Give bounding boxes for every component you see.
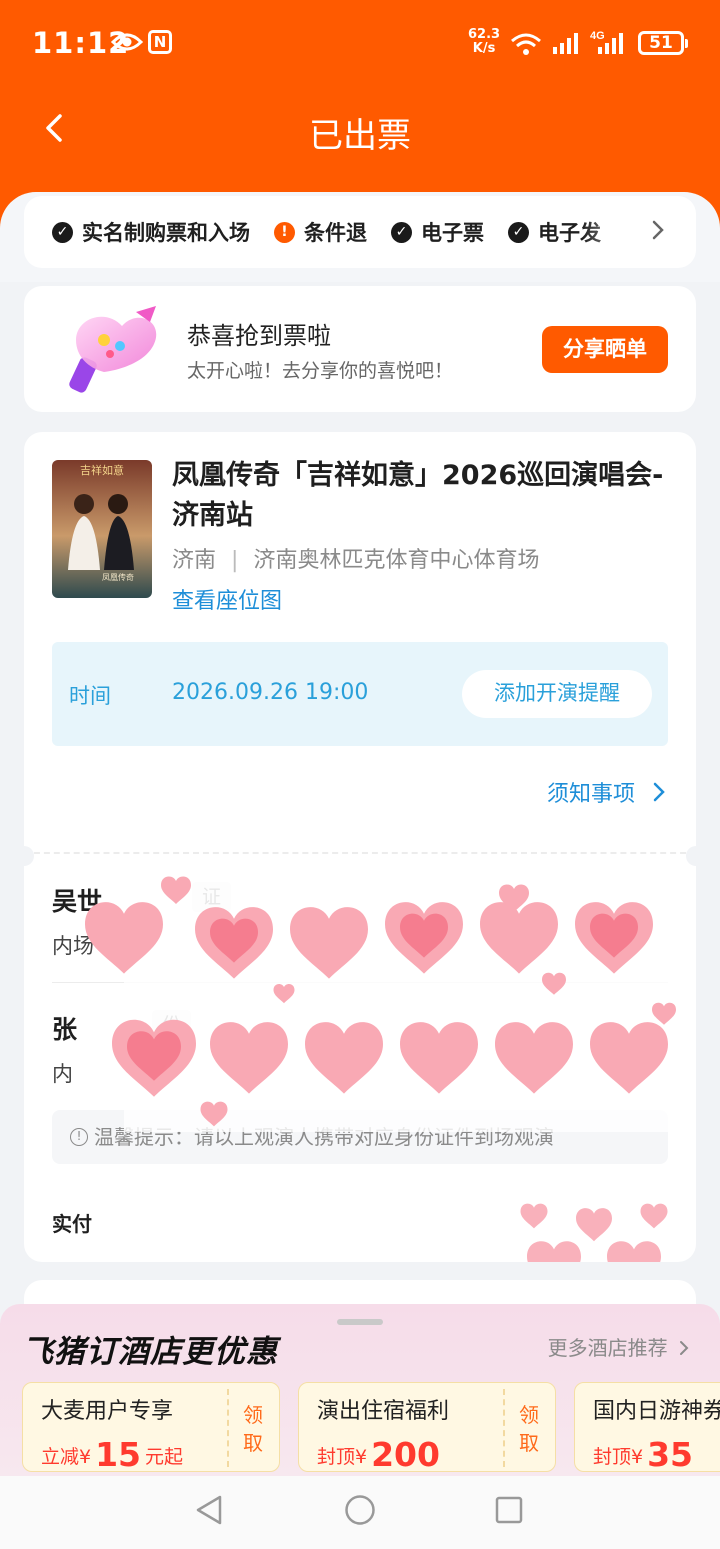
attendee-zone: 内场 xyxy=(52,934,94,958)
show-time-box: 时间 2026.09.26 19:00 添加开演提醒 xyxy=(52,642,668,746)
coupon-title: 演出住宿福利 xyxy=(317,1399,450,1424)
ticket-divider xyxy=(24,852,696,854)
seat-map-link[interactable]: 查看座位图 xyxy=(172,583,282,615)
chevron-right-icon xyxy=(680,1341,689,1355)
info-icon: ! xyxy=(70,1128,88,1146)
check-circle-icon: ✓ xyxy=(52,221,73,243)
share-button[interactable]: 分享晒单 xyxy=(542,326,668,373)
attendee-name: 吴世 xyxy=(52,887,103,916)
recents-square-icon[interactable] xyxy=(494,1494,524,1530)
congrats-subtitle: 太开心啦！去分享你的喜悦吧！ xyxy=(187,360,454,382)
chevron-right-icon[interactable] xyxy=(650,218,666,246)
hotel-promo-title: 飞猪订酒店更优惠 xyxy=(22,1334,278,1370)
attendee-row: 张 份证 内 xyxy=(52,1010,192,1086)
coupon-title: 大麦用户专享 xyxy=(41,1399,174,1424)
battery-indicator: 51 xyxy=(638,31,688,55)
attendee-row: 吴世 证 内场 xyxy=(52,882,232,958)
coupon-card[interactable]: 国内日游神券 封顶¥35 领取 xyxy=(574,1382,720,1472)
svg-text:凤凰传奇: 凤凰传奇 xyxy=(102,572,134,582)
reminder-tip: ! 温馨提示：请以上观演人携带对应身份证件到场观演 xyxy=(52,1110,668,1164)
signal-icon xyxy=(552,32,582,58)
ticket-notch xyxy=(14,846,34,866)
check-circle-icon: ✓ xyxy=(391,221,412,243)
coupon-value: 立减¥ 15 元起 xyxy=(41,1435,184,1472)
page-title: 已出票 xyxy=(309,116,411,156)
more-hotels-link[interactable]: 更多酒店推荐 xyxy=(548,1332,690,1361)
net-speed: 62.3 K/s xyxy=(468,27,501,56)
system-nav-bar xyxy=(0,1476,720,1549)
chevron-right-icon xyxy=(652,781,666,809)
ticket-card: 吉祥如意 凤凰传奇 凤凰传奇「吉祥如意」2026巡回演唱会-济南站 济南 | 济… xyxy=(24,432,696,1262)
tag-real-name: ✓ 实名制购票和入场 xyxy=(52,217,250,247)
nfc-icon: N xyxy=(148,30,172,54)
drag-handle[interactable] xyxy=(337,1319,383,1325)
show-title: 凤凰传奇「吉祥如意」2026巡回演唱会-济南站 xyxy=(172,460,664,531)
tag-fade xyxy=(582,196,652,268)
service-tags-section: ✓ 实名制购票和入场 ! 条件退 ✓ 电子票 ✓ 电子发 xyxy=(0,192,720,282)
claim-coupon-button[interactable]: 领取 xyxy=(516,1401,542,1457)
show-venue: 济南 | 济南奥林匹克体育中心体育场 xyxy=(172,548,540,573)
ticket-notch xyxy=(686,846,706,866)
coupon-value: 封顶¥ 35 xyxy=(593,1435,694,1472)
tag-conditional-refund: ! 条件退 xyxy=(274,217,367,247)
coupon-value: 封顶¥ 200 xyxy=(317,1435,440,1472)
check-circle-icon: ✓ xyxy=(508,221,529,243)
eye-icon xyxy=(110,32,144,56)
home-circle-icon[interactable] xyxy=(344,1494,376,1530)
heart-mask-icon xyxy=(85,876,696,1132)
attendee-name: 张 xyxy=(52,1015,78,1044)
time-value: 2026.09.26 19:00 xyxy=(172,680,369,705)
warning-circle-icon: ! xyxy=(274,221,295,243)
attendee-separator xyxy=(52,982,668,983)
heart-mask-icon xyxy=(520,1203,668,1262)
claim-coupon-button[interactable]: 领取 xyxy=(240,1401,266,1457)
svg-text:4G: 4G xyxy=(590,30,605,42)
wifi-icon xyxy=(510,32,542,60)
light-stick-icon xyxy=(64,300,164,400)
payment-label: 实付 xyxy=(52,1212,92,1236)
tag-e-ticket: ✓ 电子票 xyxy=(391,217,484,247)
status-bar: 11:12 N 62.3 K/s 4G 51 xyxy=(0,0,720,86)
notice-link[interactable]: 须知事项 xyxy=(547,776,666,809)
hotel-promo-panel: 飞猪订酒店更优惠 更多酒店推荐 大麦用户专享 立减¥ 15 元起 领取 演出住宿福利… xyxy=(0,1304,720,1476)
coupon-card[interactable]: 大麦用户专享 立减¥ 15 元起 领取 xyxy=(22,1382,280,1472)
coupon-title: 国内日游神券 xyxy=(593,1399,720,1424)
svg-text:吉祥如意: 吉祥如意 xyxy=(80,463,124,477)
id-badge[interactable]: 份证 xyxy=(152,1010,192,1066)
coupon-card[interactable]: 演出住宿福利 封顶¥ 200 领取 xyxy=(298,1382,556,1472)
add-reminder-button[interactable]: 添加开演提醒 xyxy=(462,670,652,718)
attendee-zone: 内 xyxy=(52,1062,73,1086)
congrats-card: 恭喜抢到票啦 太开心啦！去分享你的喜悦吧！ 分享晒单 xyxy=(24,286,696,412)
service-tags[interactable]: ✓ 实名制购票和入场 ! 条件退 ✓ 电子票 ✓ 电子发 xyxy=(24,196,696,268)
show-poster[interactable]: 吉祥如意 凤凰传奇 xyxy=(52,460,152,598)
signal-4g-icon: 4G xyxy=(590,28,630,60)
nav-bar: 已出票 xyxy=(0,90,720,170)
congrats-title: 恭喜抢到票啦 xyxy=(187,322,331,350)
id-badge[interactable]: 证 xyxy=(192,882,232,912)
time-label: 时间 xyxy=(69,684,111,708)
back-triangle-icon[interactable] xyxy=(194,1494,224,1530)
